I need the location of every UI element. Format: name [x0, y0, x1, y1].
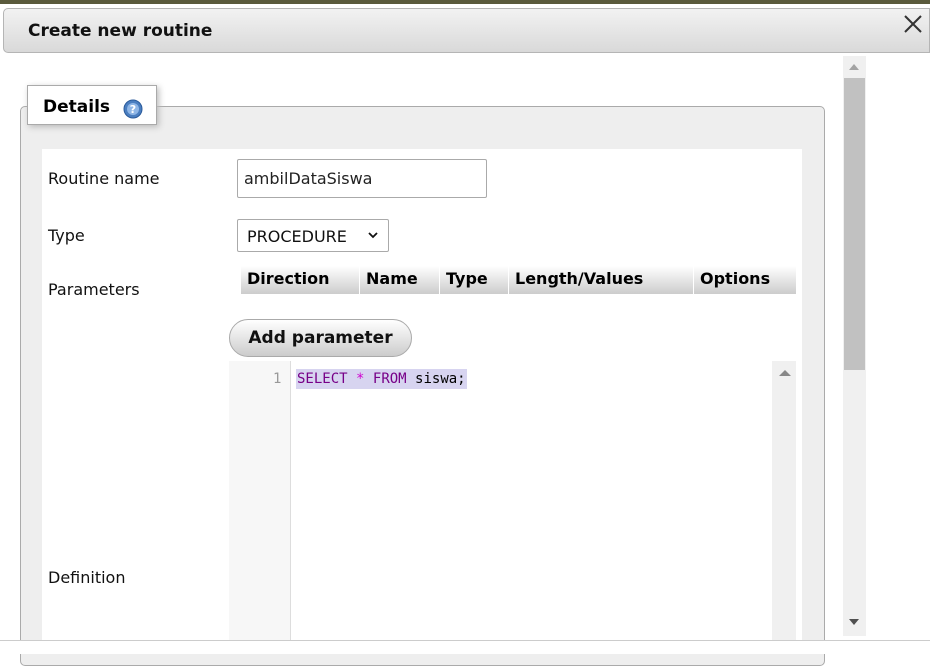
dialog-title: Create new routine [28, 21, 213, 41]
code-keyword-from: FROM [372, 371, 407, 387]
code-keyword-select: SELECT [297, 371, 348, 387]
scroll-down-icon[interactable] [849, 619, 859, 625]
routine-name-input[interactable] [237, 159, 487, 198]
type-select[interactable]: PROCEDURE [237, 219, 389, 252]
add-parameter-button[interactable]: Add parameter [229, 319, 412, 357]
close-icon[interactable] [902, 13, 924, 35]
scrollbar-thumb[interactable] [844, 78, 865, 370]
chevron-down-icon [368, 232, 378, 239]
routine-name-label: Routine name [48, 169, 160, 188]
definition-editor[interactable]: 1 SELECT * FROM siswa; [229, 361, 796, 641]
scroll-up-icon[interactable] [849, 64, 859, 70]
svg-text:?: ? [130, 103, 136, 116]
type-label: Type [48, 226, 85, 245]
col-options: Options [700, 269, 771, 288]
parameters-table-header: Direction Name Type Length/Values Option… [241, 266, 796, 294]
window-top-border [0, 0, 930, 4]
dialog-content: Details ? Routine name Type PROCEDURE Pa… [0, 56, 930, 666]
dialog-scrollbar[interactable] [843, 56, 866, 636]
dialog-bottom-edge [0, 640, 930, 654]
type-select-value: PROCEDURE [247, 227, 347, 246]
editor-scroll-up-icon[interactable] [779, 370, 791, 376]
dialog-titlebar: Create new routine [3, 8, 930, 53]
code-identifier: siswa; [406, 371, 466, 387]
details-legend-label: Details [43, 97, 111, 117]
col-type: Type [440, 266, 509, 294]
editor-scrollbar[interactable] [772, 361, 796, 641]
col-length-values: Length/Values [509, 266, 694, 294]
help-icon[interactable]: ? [123, 99, 143, 119]
code-line[interactable]: SELECT * FROM siswa; [296, 369, 467, 389]
col-name: Name [360, 266, 440, 294]
details-legend: Details ? [27, 85, 157, 125]
line-number: 1 [273, 371, 282, 387]
editor-gutter: 1 [229, 361, 291, 641]
parameters-label: Parameters [48, 280, 140, 299]
col-direction: Direction [241, 266, 360, 294]
definition-label: Definition [48, 568, 126, 587]
